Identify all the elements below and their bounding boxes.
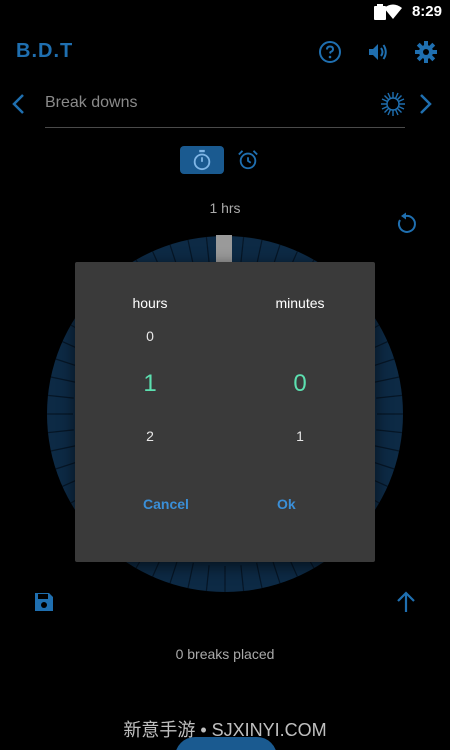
status-time: 8:29 (411, 3, 442, 20)
sun-icon[interactable] (380, 91, 406, 117)
wifi-icon (384, 4, 402, 19)
floating-action-button[interactable] (175, 737, 277, 750)
upload-icon[interactable] (394, 590, 418, 614)
app-bar: B.D.T (0, 24, 450, 80)
minutes-header: minutes (275, 295, 325, 311)
breaks-count: 0 breaks placed (175, 646, 275, 662)
chevron-right-icon[interactable] (414, 92, 436, 116)
hours-header: hours (132, 295, 168, 311)
alarm-mode-button[interactable] (226, 146, 270, 174)
gear-icon[interactable] (414, 40, 438, 64)
reset-icon[interactable] (394, 212, 418, 236)
stopwatch-mode-button[interactable] (180, 146, 224, 174)
category-name[interactable]: Break downs (45, 94, 138, 112)
app-title: B.D.T (16, 40, 74, 62)
duration-label: 1 hrs (209, 200, 241, 216)
stopwatch-icon (193, 149, 211, 171)
dial-time-marker[interactable] (216, 235, 232, 263)
ok-button[interactable]: Ok (277, 496, 296, 512)
alarm-clock-icon (238, 150, 258, 170)
chevron-left-icon[interactable] (8, 92, 30, 116)
help-icon[interactable] (318, 40, 342, 64)
volume-icon[interactable] (366, 40, 390, 64)
hours-picker[interactable]: hours 0 1 2 (75, 262, 225, 482)
minutes-selected-value[interactable]: 0 (225, 370, 375, 398)
category-underline (45, 127, 405, 128)
hours-next-value[interactable]: 2 (75, 428, 225, 444)
hours-selected-value[interactable]: 1 (75, 370, 225, 398)
status-bar: 8:29 (0, 0, 450, 24)
minutes-next-value[interactable]: 1 (225, 428, 375, 444)
category-selector: Break downs (0, 82, 450, 132)
save-icon[interactable] (32, 590, 56, 614)
hours-prev-value[interactable]: 0 (75, 328, 225, 344)
time-picker-dialog: hours 0 1 2 minutes 0 1 Cancel Ok (75, 262, 375, 562)
minutes-picker[interactable]: minutes 0 1 (225, 262, 375, 482)
cancel-button[interactable]: Cancel (143, 496, 189, 512)
